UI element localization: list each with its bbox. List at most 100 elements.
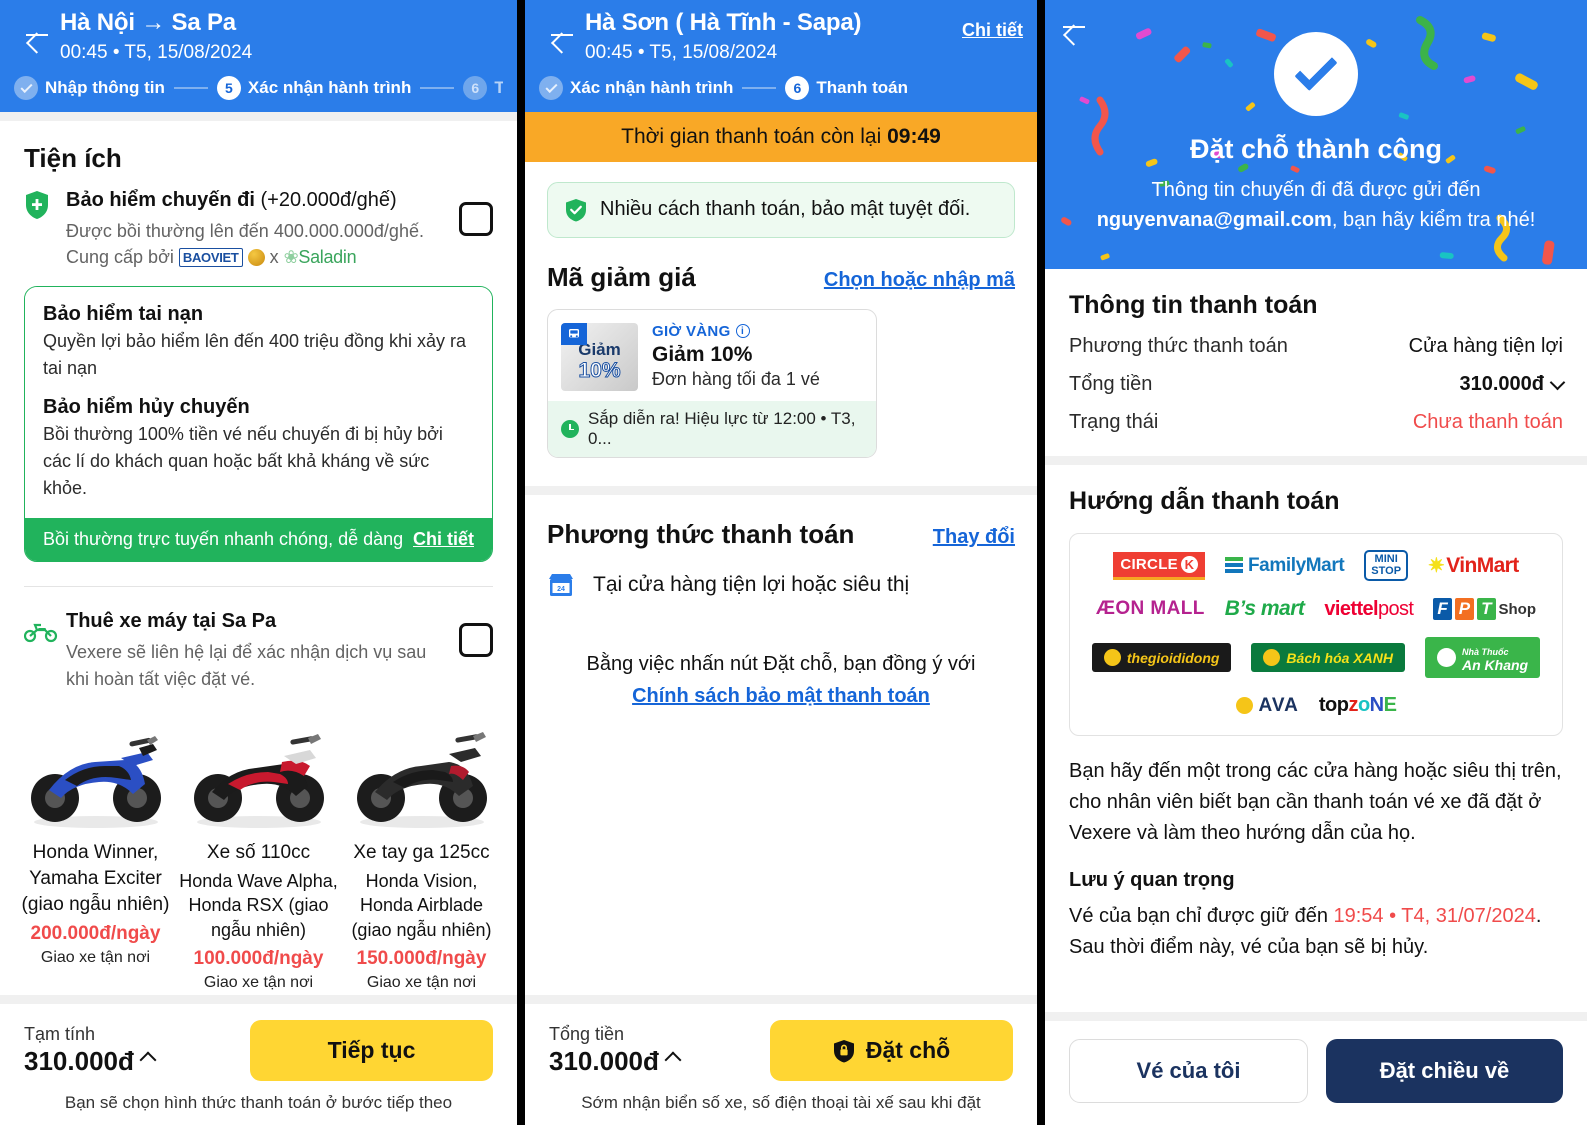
- step-thanh-toan[interactable]: 6 Thanh: [463, 75, 503, 100]
- step-xac-nhan-hanh-trinh[interactable]: 5 Xác nhận hành trình: [216, 75, 411, 100]
- step-indicator: Xác nhận hành trình 6 Thanh toán: [539, 75, 1023, 100]
- my-tickets-button[interactable]: Vé của tôi: [1069, 1039, 1308, 1103]
- bike-model: Honda Wave Alpha, Honda RSX (giao ngẫu n…: [179, 871, 338, 940]
- back-button[interactable]: [539, 8, 585, 48]
- success-title: Đặt chỗ thành công: [1190, 134, 1442, 164]
- promo-thumbnail: Giảm 10%: [561, 322, 638, 391]
- bike-option[interactable]: Honda Winner, Yamaha Exciter (giao ngẫu …: [16, 712, 175, 992]
- insurance-description: Được bồi thường lên đến 400.000.000đ/ghế…: [66, 220, 424, 241]
- ankhang-logo: Nhà Thuốc An Khang: [1425, 637, 1541, 679]
- insurance-card-footer: Bồi thường trực tuyến nhanh chóng, dễ dà…: [25, 517, 492, 561]
- info-row[interactable]: Tổng tiền 310.000đ: [1069, 373, 1566, 396]
- promo-card[interactable]: Giảm 10% GIỜ VÀNG i Giảm 10% Đơn hàng tố…: [547, 308, 877, 458]
- bike-delivery-note: Giao xe tận nơi: [366, 973, 477, 991]
- security-notice-text: Nhiều cách thanh toán, bảo mật tuyệt đối…: [600, 198, 971, 221]
- choose-promo-link[interactable]: Chọn hoặc nhập mã: [824, 269, 1015, 292]
- shield-check-icon: [566, 198, 586, 222]
- panel-amenities: Hà Nội → Sa Pa 00:45 • T5, 15/08/2024 Nh…: [0, 0, 517, 1125]
- clock-icon: [561, 419, 579, 438]
- success-subtitle: Thông tin chuyến đi đã được gửi đến nguy…: [1045, 175, 1587, 235]
- step-nhap-thong-tin[interactable]: Nhập thông tin: [14, 75, 165, 100]
- store-logo-row: thegioididong Bách hóa XANH Nhà Thuốc An …: [1080, 637, 1552, 679]
- section-gap: [0, 111, 517, 121]
- panel2-scroll-area[interactable]: Nhiều cách thanh toán, bảo mật tuyệt đối…: [525, 162, 1037, 995]
- panel1-scroll-area[interactable]: Tiện ích Bảo hiểm chuyến đi (+20.000đ/gh…: [0, 121, 517, 995]
- important-note-heading: Lưu ý quan trọng: [1069, 869, 1235, 892]
- terms-text: Bằng việc nhấn nút Đặt chỗ, bạn đồng ý v…: [586, 652, 976, 675]
- info-row: Phương thức thanh toán Cửa hàng tiện lợi: [1069, 335, 1563, 358]
- bike-rental-checkbox[interactable]: [459, 622, 493, 657]
- bachhoaxanh-logo: Bách hóa XANH: [1251, 643, 1405, 673]
- panel1-header: Hà Nội → Sa Pa 00:45 • T5, 15/08/2024 Nh…: [0, 0, 517, 112]
- total-value[interactable]: 310.000đ: [549, 1046, 682, 1077]
- info-icon[interactable]: i: [735, 324, 750, 339]
- panel3-scroll-area[interactable]: Thông tin thanh toán Phương thức thanh t…: [1045, 269, 1587, 1012]
- trip-detail-link[interactable]: Chi tiết: [962, 8, 1023, 41]
- step-number: 6: [463, 75, 488, 100]
- info-key: Trạng thái: [1069, 411, 1159, 433]
- insurance-title: Bảo hiểm chuyến đi (+20.000đ/ghế): [66, 186, 445, 214]
- bike-name: Xe tay ga 125cc: [353, 842, 490, 864]
- bike-price: 150.000đ/ngày: [356, 947, 487, 969]
- familymart-logo: FamilyMart: [1224, 555, 1345, 577]
- three-panel-flow: Hà Nội → Sa Pa 00:45 • T5, 15/08/2024 Nh…: [0, 0, 1587, 1125]
- insurance-benefits-card: Bảo hiểm tai nạn Quyền lợi bảo hiểm lên …: [24, 285, 493, 562]
- bike-option[interactable]: Xe số 110cc Honda Wave Alpha, Honda RSX …: [179, 712, 338, 992]
- book-seat-button[interactable]: Đặt chỗ: [770, 1020, 1013, 1081]
- bike-rental-title: Thuê xe máy tại Sa Pa: [66, 609, 277, 632]
- insurance-checkbox[interactable]: [459, 201, 493, 236]
- promo-tag: GIỜ VÀNG i: [652, 323, 863, 340]
- success-subtitle-line2: , bạn hãy kiểm tra nhé!: [1331, 209, 1536, 231]
- step-number: 6: [785, 75, 810, 100]
- info-value[interactable]: 310.000đ: [1459, 373, 1566, 396]
- back-button[interactable]: [1061, 14, 1087, 45]
- step-thanh-toan[interactable]: 6 Thanh toán: [785, 75, 908, 100]
- info-row: Trạng thái Chưa thanh toán: [1069, 411, 1563, 434]
- bike-delivery-note: Giao xe tận nơi: [40, 949, 151, 967]
- back-arrow-icon: [24, 22, 50, 48]
- change-payment-link[interactable]: Thay đổi: [933, 526, 1015, 549]
- promo-status-text: Sắp diễn ra! Hiệu lực từ 12:00 • T3, 0..…: [588, 408, 856, 448]
- bike-price: 200.000đ/ngày: [30, 923, 161, 945]
- insurance-title-price: (+20.000đ/ghế): [254, 188, 397, 211]
- insurance-title-bold: Bảo hiểm chuyến đi: [66, 188, 255, 211]
- insurance-detail-link[interactable]: Chi tiết: [413, 529, 474, 550]
- vinmart-logo: ✷ VinMart: [1428, 553, 1519, 578]
- benefit-heading: Bảo hiểm hủy chuyến: [43, 395, 250, 418]
- terms-agreement: Bằng việc nhấn nút Đặt chỗ, bạn đồng ý v…: [525, 648, 1037, 712]
- payment-countdown-bar: Thời gian thanh toán còn lại 09:49: [525, 111, 1037, 162]
- subtotal-value[interactable]: 310.000đ: [24, 1046, 157, 1077]
- security-notice: Nhiều cách thanh toán, bảo mật tuyệt đối…: [547, 181, 1015, 238]
- selected-payment-method[interactable]: 24 Tại cửa hàng tiện lợi hoặc siêu thị: [525, 550, 1037, 598]
- aeonmall-logo: ÆON MALL: [1095, 598, 1205, 620]
- back-button[interactable]: [14, 8, 60, 48]
- payment-method-label: Tại cửa hàng tiện lợi hoặc siêu thị: [593, 572, 910, 596]
- step-connector: [420, 86, 455, 89]
- footer-hint: Sớm nhận biển số xe, số điện thoại tài x…: [581, 1093, 981, 1112]
- promo-tag-label: GIỜ VÀNG: [652, 322, 731, 340]
- provider-prefix-label: Cung cấp bởi: [66, 246, 174, 267]
- panel3-footer: Vé của tôi Đặt chiều về: [1045, 1012, 1587, 1125]
- continue-button[interactable]: Tiếp tục: [250, 1020, 493, 1081]
- privacy-policy-link[interactable]: Chính sách bảo mật thanh toán: [632, 685, 930, 707]
- step-connector: [742, 86, 777, 89]
- bike-option[interactable]: Xe tay ga 125cc Honda Vision, Honda Airb…: [342, 712, 501, 992]
- back-arrow-icon: [1061, 14, 1087, 40]
- insurance-option-row[interactable]: Bảo hiểm chuyến đi (+20.000đ/ghế) Được b…: [0, 186, 517, 268]
- bike-rental-description: Vexere sẽ liên hệ lại để xác nhận dịch v…: [66, 641, 427, 690]
- promo-condition: Đơn hàng tối đa 1 vé: [652, 368, 820, 389]
- guide-heading: Hướng dẫn thanh toán: [1069, 487, 1340, 515]
- bike-name: Xe số 110cc: [206, 842, 311, 864]
- panel2-header: Hà Sơn ( Hà Tĩnh - Sapa) 00:45 • T5, 15/…: [525, 0, 1037, 112]
- info-key: Phương thức thanh toán: [1069, 335, 1288, 357]
- store-logo-row: ÆON MALL B’s mart viettel post F P T Shop: [1080, 597, 1552, 621]
- bike-rental-option-row[interactable]: Thuê xe máy tại Sa Pa Vexere sẽ liên hệ …: [0, 607, 517, 695]
- promo-name: Giảm 10%: [652, 342, 753, 366]
- payment-info-heading: Thông tin thanh toán: [1069, 291, 1318, 319]
- book-return-button[interactable]: Đặt chiều về: [1326, 1039, 1563, 1103]
- viettelpost-logo: viettel post: [1324, 597, 1414, 620]
- back-arrow-icon: [549, 22, 575, 48]
- bike-price: 100.000đ/ngày: [193, 947, 324, 969]
- step-label: Thanh: [494, 77, 503, 97]
- step-xac-nhan-hanh-trinh[interactable]: Xác nhận hành trình: [539, 75, 733, 100]
